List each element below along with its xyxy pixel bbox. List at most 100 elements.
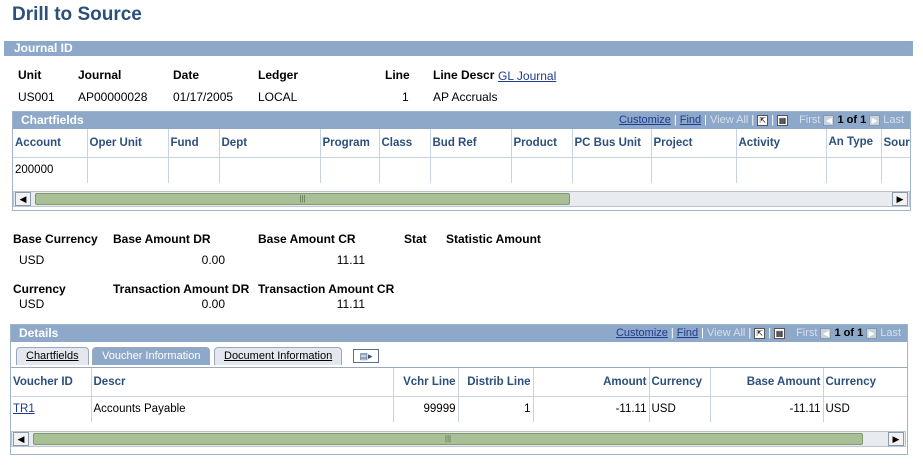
table-cell	[736, 157, 827, 183]
chartfields-next-icon[interactable]: ▶	[869, 115, 881, 126]
col-program: Program	[320, 129, 380, 158]
details-prev-icon[interactable]: ◀	[820, 328, 832, 339]
line-label: Line	[385, 68, 410, 82]
chartfields-first-link[interactable]: First	[799, 112, 820, 129]
tab-chartfields[interactable]: Chartfields	[16, 347, 89, 365]
details-grid-toolbar: Customize | Find | View All | ⇱ | ▦ Firs…	[616, 325, 901, 342]
journal-id-section-header: Journal ID	[4, 41, 913, 56]
base-amount-cr-label: Base Amount CR	[258, 232, 356, 246]
table-cell	[219, 157, 321, 183]
col-fund: Fund	[168, 129, 220, 158]
line-descr-label: Line Descr	[433, 68, 495, 82]
scrollbar-thumb[interactable]: |||	[35, 193, 570, 205]
col-source: Source	[881, 129, 910, 158]
tab-document-information[interactable]: Document Information	[214, 347, 343, 365]
details-row-count: 1 of 1	[834, 327, 864, 339]
line-descr-value: AP Accruals	[433, 90, 498, 104]
details-find-link[interactable]: Find	[677, 325, 698, 342]
col-oper-unit: Oper Unit	[87, 129, 169, 158]
table-cell	[826, 157, 882, 183]
chartfields-table: Account Oper Unit Fund Dept Program Clas…	[13, 129, 910, 183]
table-cell	[572, 157, 652, 183]
scroll-left-icon[interactable]: ◀	[13, 432, 29, 446]
table-cell	[651, 157, 737, 183]
unit-label: Unit	[18, 68, 42, 82]
col-account: Account	[13, 129, 88, 158]
ledger-label: Ledger	[258, 68, 299, 82]
table-cell	[511, 157, 573, 183]
scroll-right-icon[interactable]: ▶	[892, 192, 908, 206]
chartfields-prev-icon[interactable]: ◀	[823, 115, 835, 126]
col-an-type: An Type	[826, 129, 882, 158]
col-pc-bus-unit: PC Bus Unit	[572, 129, 652, 158]
chartfields-grid-title: Chartfields	[21, 113, 84, 127]
journal-label: Journal	[78, 68, 122, 82]
tab-label: Voucher Information	[102, 350, 201, 362]
stat-label: Stat	[404, 232, 427, 246]
col-currency: Currency	[649, 368, 711, 397]
details-next-icon[interactable]: ▶	[866, 328, 878, 339]
descr-cell: Accounts Payable	[91, 396, 394, 422]
base-amount-dr-label: Base Amount DR	[113, 232, 211, 246]
grid-icon[interactable]: ▦	[777, 115, 789, 126]
scrollbar-thumb[interactable]: |||	[33, 433, 863, 445]
tab-voucher-information[interactable]: Voucher Information	[92, 347, 211, 365]
download-icon[interactable]: ⇱	[757, 115, 769, 126]
ledger-value: LOCAL	[258, 90, 298, 104]
details-view-all-link[interactable]: View All	[707, 325, 745, 342]
details-last-link[interactable]: Last	[880, 325, 901, 342]
col-base-amount: Base Amount	[710, 368, 824, 397]
transaction-amount-dr-label: Transaction Amount DR	[113, 282, 250, 296]
currency-value: USD	[19, 297, 45, 311]
chartfields-row-count: 1 of 1	[837, 114, 867, 126]
chartfields-find-link[interactable]: Find	[680, 112, 701, 129]
table-cell	[881, 157, 910, 183]
journal-value: AP00000028	[78, 90, 148, 104]
base-currency-label: Base Currency	[13, 232, 98, 246]
account-cell: 200000	[13, 157, 88, 183]
gl-journal-link[interactable]: GL Journal	[498, 69, 556, 83]
table-cell	[168, 157, 220, 183]
amount-cell: -11.11	[533, 396, 650, 422]
chartfields-customize-link[interactable]: Customize	[619, 112, 671, 129]
voucher-id-link[interactable]: TR1	[13, 403, 35, 415]
chartfields-horizontal-scrollbar[interactable]: ◀ ||| ▶	[13, 191, 910, 207]
base-currency-value: USD	[19, 253, 45, 267]
base-currency-cell: USD	[823, 396, 907, 422]
line-value: 1	[402, 90, 409, 104]
page-title: Drill to Source	[12, 4, 142, 25]
table-cell	[379, 157, 431, 183]
transaction-amount-cr-label: Transaction Amount CR	[258, 282, 395, 296]
base-amount-cr-value: 11.11	[336, 253, 365, 267]
currency-cell: USD	[649, 396, 711, 422]
transaction-amount-dr-value: 0.00	[201, 297, 225, 311]
details-customize-link[interactable]: Customize	[616, 325, 668, 342]
table-cell	[87, 157, 169, 183]
table-row: 200000	[13, 157, 910, 183]
chartfields-grid-header: Chartfields Customize | Find | View All …	[13, 112, 910, 129]
scroll-right-icon[interactable]: ▶	[888, 432, 904, 446]
chartfields-view-all-link[interactable]: View All	[710, 112, 748, 129]
col-amount: Amount	[533, 368, 650, 397]
col-class: Class	[379, 129, 431, 158]
details-first-link[interactable]: First	[796, 325, 817, 342]
download-icon[interactable]: ⇱	[754, 328, 766, 339]
chartfields-grid-toolbar: Customize | Find | View All | ⇱ | ▦ Firs…	[619, 112, 904, 129]
currency-label: Currency	[13, 282, 66, 296]
chartfields-last-link[interactable]: Last	[883, 112, 904, 129]
base-amount-cell: -11.11	[710, 396, 824, 422]
scroll-left-icon[interactable]: ◀	[15, 192, 31, 206]
col-vchr-line: Vchr Line	[393, 368, 459, 397]
table-cell	[320, 157, 380, 183]
voucher-id-cell[interactable]: TR1	[11, 396, 92, 422]
col-distrib-line: Distrib Line	[458, 368, 534, 397]
show-all-columns-icon[interactable]: ▤▸	[353, 349, 379, 363]
transaction-amount-cr-value: 11.11	[336, 297, 365, 311]
col-voucher-id: Voucher ID	[11, 368, 92, 397]
statistic-amount-label: Statistic Amount	[446, 232, 541, 246]
details-horizontal-scrollbar[interactable]: ◀ ||| ▶	[11, 431, 906, 447]
date-label: Date	[173, 68, 200, 82]
details-tab-strip: Chartfields Voucher Information Document…	[11, 347, 907, 368]
table-cell	[430, 157, 512, 183]
grid-icon[interactable]: ▦	[774, 328, 786, 339]
